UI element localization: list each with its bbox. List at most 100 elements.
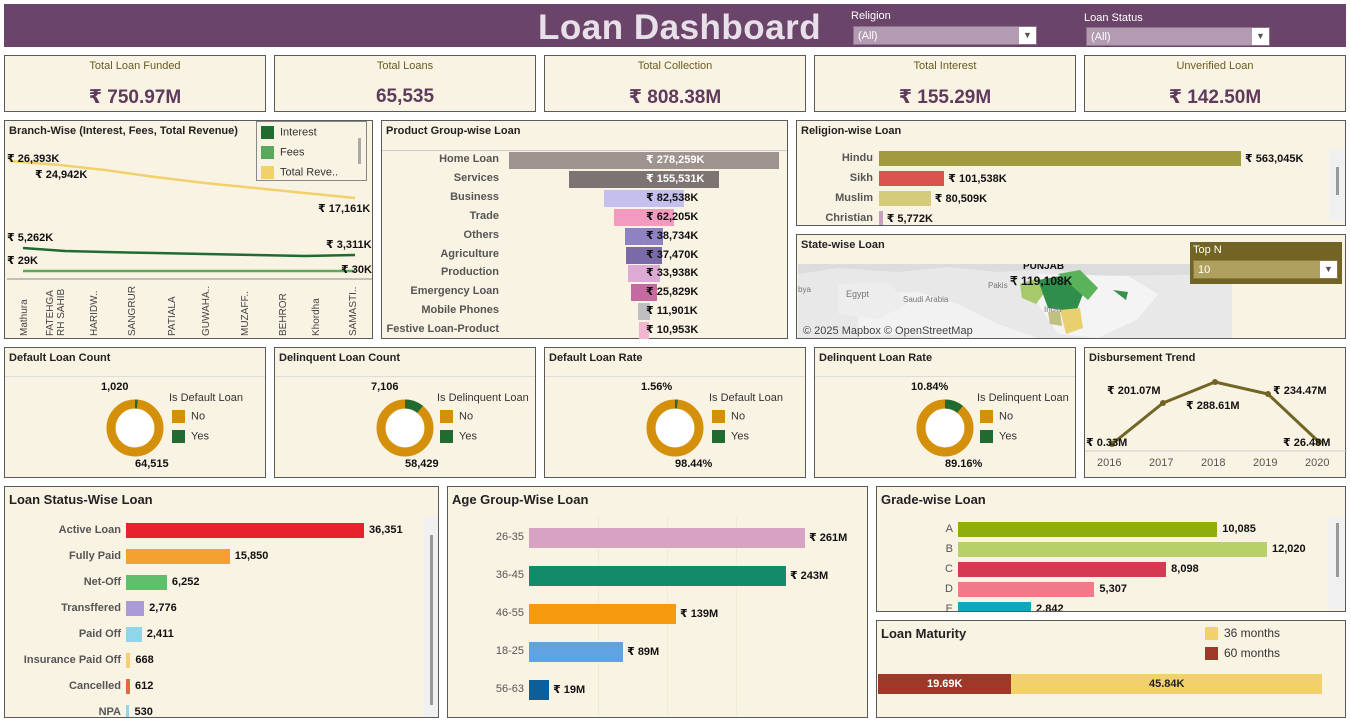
religion-scrollbar[interactable] bbox=[1329, 149, 1345, 221]
grade-bar[interactable] bbox=[958, 542, 1267, 557]
product-category-label: Business bbox=[450, 190, 499, 203]
loan-status-bar[interactable] bbox=[126, 679, 130, 694]
grade-scrollbar[interactable] bbox=[1328, 517, 1345, 609]
grade-value: 10,085 bbox=[1222, 523, 1256, 535]
age-group-bar[interactable] bbox=[529, 642, 624, 662]
loan-status-bar[interactable] bbox=[126, 601, 145, 616]
loan-status-filter-value: (All) bbox=[1091, 31, 1111, 43]
grade-bar[interactable] bbox=[958, 562, 1167, 577]
map-label: Saudi Arabia bbox=[903, 295, 949, 304]
grade-bar[interactable] bbox=[958, 582, 1095, 597]
kpi-label: Unverified Loan bbox=[1176, 60, 1254, 72]
loan-status-bar[interactable] bbox=[126, 653, 131, 668]
loan-status-label: Active Loan bbox=[58, 524, 121, 536]
age-group-bar[interactable] bbox=[529, 566, 786, 586]
product-value-label: ₹ 10,953K bbox=[646, 324, 699, 337]
donut-bottom-label: 89.16% bbox=[945, 458, 983, 470]
year-label: 2017 bbox=[1149, 457, 1174, 469]
age-group-bar[interactable] bbox=[529, 680, 550, 700]
religion-panel: Religion-wise Loan Hindu ₹ 563,045K Sikh ₹ … bbox=[796, 120, 1346, 226]
religion-label: Hindu bbox=[841, 152, 873, 164]
topn-dropdown[interactable]: 10 ▼ bbox=[1193, 260, 1338, 279]
branch-axis-label: HARIDW.. bbox=[89, 290, 100, 336]
product-value-label: ₹ 82,538K bbox=[646, 191, 699, 204]
loan-status-label: Transffered bbox=[61, 602, 121, 614]
map-label: ₹ 119,108K bbox=[1010, 274, 1073, 288]
religion-bar[interactable] bbox=[879, 211, 883, 225]
point-label: ₹ 3,311K bbox=[326, 239, 372, 251]
product-value-label: ₹ 62,205K bbox=[646, 210, 699, 223]
loan-status-panel: Loan Status-Wise Loan Active Loan 36,351 F… bbox=[4, 486, 439, 718]
religion-bar[interactable] bbox=[879, 191, 931, 206]
maturity-36-months-bar[interactable]: 45.84K bbox=[1011, 674, 1322, 694]
map-label: PUNJAB bbox=[1023, 264, 1064, 272]
loan-status-filter-dropdown[interactable]: (All) ▼ bbox=[1086, 27, 1270, 46]
branch-axis-label: MUZAFF.. bbox=[240, 291, 251, 336]
loan-status-bar[interactable] bbox=[126, 575, 167, 590]
donut-bottom-label: 64,515 bbox=[135, 458, 169, 470]
religion-value-label: ₹ 80,509K bbox=[934, 193, 988, 205]
religion-bar[interactable] bbox=[879, 171, 945, 186]
product-value-label: ₹ 25,829K bbox=[646, 286, 699, 299]
product-category-label: Mobile Phones bbox=[421, 304, 499, 317]
product-bar[interactable] bbox=[509, 152, 779, 169]
age-group-bar[interactable] bbox=[529, 604, 676, 624]
disbursement-panel: Disbursement Trend ₹ 0.33M ₹ 201.07M ₹ 2… bbox=[1084, 347, 1347, 478]
loan-status-value: 530 bbox=[134, 706, 153, 717]
donut-bottom-label: 98.44% bbox=[675, 458, 713, 470]
religion-filter-dropdown[interactable]: (All) ▼ bbox=[853, 26, 1037, 45]
age-group-label: 26-35 bbox=[495, 531, 524, 543]
loan-status-value: 36,351 bbox=[369, 524, 403, 536]
legend-no: No bbox=[172, 410, 205, 423]
state-map[interactable]: Egypt Saudi Arabia bya Pakis India PUNJA… bbox=[798, 264, 1232, 338]
age-group-label: 18-25 bbox=[495, 645, 524, 657]
point-label: ₹ 26.48M bbox=[1283, 437, 1331, 449]
loan-status-label: Cancelled bbox=[69, 680, 121, 692]
branch-legend[interactable]: Interest Fees Total Reve.. bbox=[256, 121, 367, 181]
grade-bar[interactable] bbox=[958, 522, 1218, 537]
maturity-60-months-bar[interactable]: 19.69K bbox=[878, 674, 1012, 694]
age-group-value: ₹ 139M bbox=[679, 608, 719, 620]
loan-status-bar[interactable] bbox=[126, 549, 230, 564]
age-group-label: 46-55 bbox=[495, 607, 524, 619]
age-group-bar[interactable] bbox=[529, 528, 805, 548]
branch-axis-label: Mathura bbox=[19, 299, 30, 336]
state-panel: State-wise Loan Egypt Saudi Arabia bya P… bbox=[796, 234, 1346, 339]
loan-status-bar[interactable] bbox=[126, 705, 130, 717]
kpi-label: Total Loans bbox=[376, 60, 434, 72]
legend-total-revenue: Total Reve.. bbox=[261, 166, 338, 179]
legend-interest: Interest bbox=[261, 126, 317, 139]
chevron-down-icon[interactable]: ▼ bbox=[1252, 28, 1269, 45]
grade-value: 8,098 bbox=[1171, 563, 1199, 575]
year-label: 2019 bbox=[1253, 457, 1278, 469]
panel-title: Age Group-Wise Loan bbox=[452, 492, 589, 507]
donut-panel: Delinquent Loan Count 7,106 58,429 Is Delin… bbox=[274, 347, 536, 478]
chevron-down-icon[interactable]: ▼ bbox=[1019, 27, 1036, 44]
religion-bar[interactable] bbox=[879, 151, 1241, 166]
loan-status-bar[interactable] bbox=[126, 523, 364, 538]
donut-legend-title: Is Default Loan bbox=[169, 392, 243, 404]
loan-maturity-panel: Loan Maturity 36 months 60 months 19.69K… bbox=[876, 620, 1346, 718]
state-region bbox=[1048, 312, 1062, 326]
religion-filter-value: (All) bbox=[858, 30, 878, 42]
donut-panel: Default Loan Count 1,020 64,515 Is Default … bbox=[4, 347, 266, 478]
kpi-value: ₹ 750.97M bbox=[88, 87, 182, 108]
loan-status-label: Fully Paid bbox=[69, 550, 121, 562]
age-group-value: ₹ 89M bbox=[627, 646, 660, 658]
loan-status-label: Net-Off bbox=[83, 576, 121, 588]
kpi-value: ₹ 155.29M bbox=[898, 87, 992, 108]
product-value-label: ₹ 38,734K bbox=[646, 229, 699, 242]
chevron-down-icon[interactable]: ▼ bbox=[1320, 261, 1337, 278]
grade-bar[interactable] bbox=[958, 602, 1032, 611]
dashboard-header: Loan Dashboard Religion (All) ▼ Loan Sta… bbox=[4, 4, 1346, 47]
year-label: 2020 bbox=[1305, 457, 1330, 469]
loan-status-bar-chart: Active Loan 36,351 Fully Paid 15,850 Net-Off… bbox=[5, 487, 425, 717]
loan-status-bar[interactable] bbox=[126, 627, 142, 642]
point-label: ₹ 26,393K bbox=[7, 153, 60, 165]
loan-status-scrollbar[interactable] bbox=[424, 517, 438, 717]
year-label: 2016 bbox=[1097, 457, 1122, 469]
legend-scrollbar[interactable] bbox=[355, 138, 363, 164]
legend-no: No bbox=[980, 410, 1013, 423]
product-value-label: ₹ 278,259K bbox=[646, 154, 705, 166]
loan-status-value: 2,411 bbox=[146, 628, 174, 640]
